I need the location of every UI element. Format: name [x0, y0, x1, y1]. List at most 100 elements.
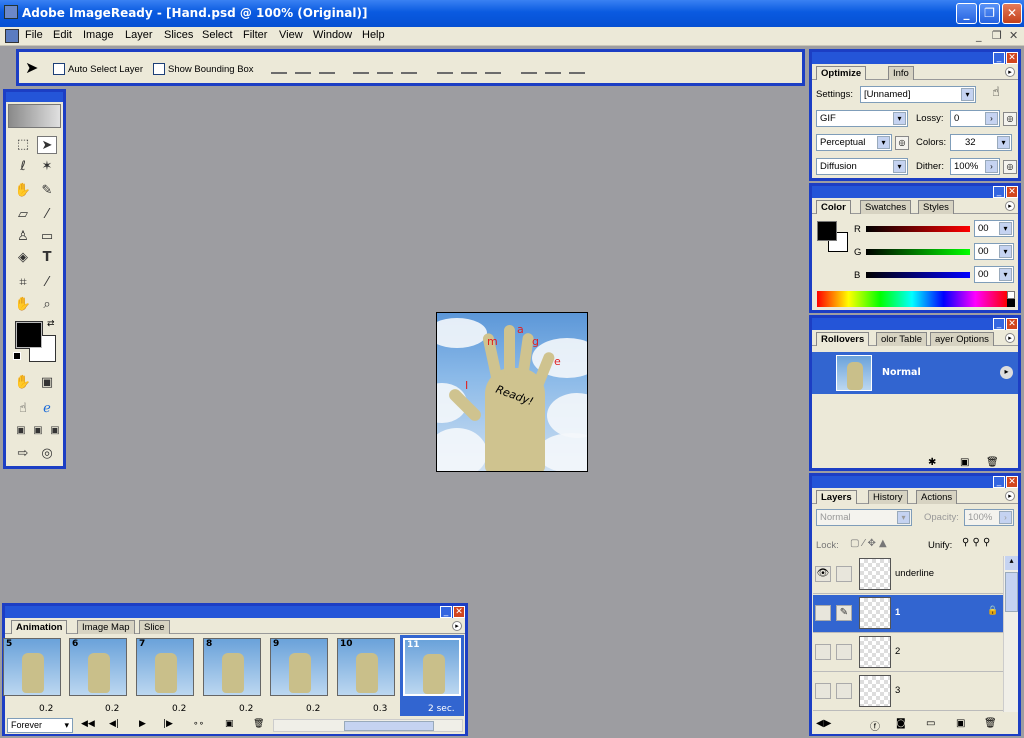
stamp-tool-icon[interactable]: ♙: [13, 228, 33, 246]
document-canvas[interactable]: I m a g e Ready!: [436, 312, 588, 472]
settings-select[interactable]: [Unnamed] ▾: [860, 86, 976, 103]
toggle-slice-visibility-icon[interactable]: ✋: [13, 374, 33, 392]
menu-view[interactable]: View: [279, 29, 303, 41]
white-swatch[interactable]: [1007, 291, 1015, 299]
red-field[interactable]: 00 ▾: [974, 220, 1014, 237]
palette-menu-icon[interactable]: ▸: [452, 621, 462, 631]
imageready-logo[interactable]: [8, 104, 61, 128]
align-top-icon[interactable]: [271, 64, 287, 74]
format-select[interactable]: GIF ▾: [816, 110, 908, 127]
tab-slice[interactable]: Slice: [139, 620, 170, 634]
menu-layer[interactable]: Layer: [125, 29, 153, 41]
palette-minimize-icon[interactable]: _: [440, 606, 452, 618]
mdi-close-icon[interactable]: ✕: [1009, 29, 1018, 42]
tab-styles[interactable]: Styles: [918, 200, 954, 214]
animation-frame[interactable]: 5: [3, 638, 61, 696]
color-ramp[interactable]: [817, 291, 1007, 307]
frame-delay[interactable]: 0.2: [39, 704, 53, 714]
eraser-tool-icon[interactable]: ▱: [13, 206, 33, 224]
effects-icon[interactable]: ⓕ: [870, 718, 880, 733]
palette-menu-icon[interactable]: ▸: [1005, 491, 1015, 501]
restore-button[interactable]: ❐: [979, 3, 1000, 24]
opacity-field[interactable]: 100% ›: [964, 509, 1014, 526]
tool-palette-header[interactable]: [6, 92, 63, 102]
loop-select[interactable]: Forever ▾: [7, 718, 73, 733]
layer-row[interactable]: 👁 underline: [813, 556, 1003, 594]
green-field[interactable]: 00 ▾: [974, 243, 1014, 260]
eye-icon[interactable]: [815, 644, 831, 660]
brush-tool-icon[interactable]: ⁄: [37, 206, 57, 224]
tab-rollovers[interactable]: Rollovers: [816, 332, 870, 346]
menu-file[interactable]: File: [25, 29, 43, 41]
palette-menu-icon[interactable]: ▸: [1005, 333, 1015, 343]
menu-edit[interactable]: Edit: [53, 29, 72, 41]
prev-frame-icon[interactable]: ◀|: [109, 719, 119, 729]
animation-frame[interactable]: 9: [270, 638, 328, 696]
layers-scrollbar[interactable]: ▴: [1003, 556, 1018, 712]
align-hcenter-icon[interactable]: [377, 64, 393, 74]
paint-bucket-icon[interactable]: ◈: [13, 249, 33, 267]
type-tool-icon[interactable]: T: [37, 249, 57, 267]
crop-tool-icon[interactable]: ⌗: [13, 274, 33, 292]
mdi-restore-icon[interactable]: ❐: [992, 29, 1002, 42]
rollover-menu-icon[interactable]: ▸: [1000, 366, 1013, 379]
tab-swatches[interactable]: Swatches: [860, 200, 912, 214]
default-colors-icon[interactable]: [13, 352, 21, 360]
green-slider[interactable]: [866, 249, 970, 255]
link-icon[interactable]: [836, 683, 852, 699]
menu-filter[interactable]: Filter: [243, 29, 267, 41]
play-back-icon[interactable]: ◀▶: [816, 718, 831, 729]
duplicate-frame-icon[interactable]: ▣: [225, 719, 234, 729]
eye-icon[interactable]: 👁: [815, 566, 831, 582]
tab-layer-options[interactable]: ayer Options: [930, 332, 994, 346]
tween-icon[interactable]: ∘∘: [193, 719, 204, 729]
lock-icons[interactable]: ▢ ⁄ ✥ ▲: [850, 538, 887, 549]
tab-info[interactable]: Info: [888, 66, 914, 80]
distribute-bottom-icon[interactable]: [485, 64, 501, 74]
new-set-icon[interactable]: ▭: [926, 718, 935, 729]
menu-window[interactable]: Window: [313, 29, 352, 41]
lasso-tool-icon[interactable]: ℓ: [13, 158, 33, 176]
rollover-preview-icon[interactable]: ☝: [13, 400, 33, 418]
eye-icon[interactable]: [815, 683, 831, 699]
minimize-button[interactable]: _: [956, 3, 977, 24]
mask-icon[interactable]: ◙: [896, 718, 906, 729]
tab-animation[interactable]: Animation: [11, 620, 68, 634]
blue-slider[interactable]: [866, 272, 970, 278]
distribute-left-icon[interactable]: [521, 64, 537, 74]
rollover-state-row[interactable]: Normal ▸: [812, 352, 1018, 394]
layer-row-selected[interactable]: ✎ 1 🔒: [813, 595, 1003, 633]
tab-history[interactable]: History: [868, 490, 908, 504]
distribute-vcenter-icon[interactable]: [461, 64, 477, 74]
palette-minimize-icon[interactable]: _: [993, 186, 1005, 198]
rectangle-tool-icon[interactable]: ▭: [37, 228, 57, 246]
colors-select[interactable]: 32 ▾: [950, 134, 1012, 151]
preview-browser-icon[interactable]: ℯ: [37, 400, 57, 418]
hand-tool-icon[interactable]: ✋: [13, 296, 33, 314]
menu-select[interactable]: Select: [202, 29, 233, 41]
next-frame-icon[interactable]: |▶: [163, 719, 173, 729]
rewind-icon[interactable]: ◀◀: [81, 719, 95, 729]
trash-icon[interactable]: 🗑: [986, 457, 999, 468]
frames-scrollbar[interactable]: [273, 719, 463, 732]
palette-close-icon[interactable]: ✕: [1006, 476, 1018, 488]
lossy-field[interactable]: 0 ›: [950, 110, 1000, 127]
menu-slices[interactable]: Slices: [164, 29, 193, 41]
frame-delay[interactable]: 0.2: [105, 704, 119, 714]
bounding-box-checkbox[interactable]: [153, 63, 165, 75]
eye-icon[interactable]: [815, 605, 831, 621]
palette-menu-icon[interactable]: ▸: [1005, 201, 1015, 211]
jump-to-photoshop-icon[interactable]: ⇨: [13, 445, 33, 463]
frame-delay[interactable]: 0.2: [306, 704, 320, 714]
document-icon[interactable]: [5, 29, 19, 43]
palette-minimize-icon[interactable]: _: [993, 476, 1005, 488]
eyedropper-icon[interactable]: ⁄: [37, 274, 57, 292]
reduction-select[interactable]: Perceptual ▾: [816, 134, 892, 151]
align-bottom-icon[interactable]: [319, 64, 335, 74]
move-tool-icon[interactable]: ➤: [37, 136, 57, 154]
frames-scroll-thumb[interactable]: [344, 721, 434, 731]
animation-frame[interactable]: 8: [203, 638, 261, 696]
scroll-up-icon[interactable]: ▴: [1005, 556, 1018, 570]
slice-select-icon[interactable]: ✋: [13, 182, 33, 200]
dither-field[interactable]: 100% ›: [950, 158, 1000, 175]
